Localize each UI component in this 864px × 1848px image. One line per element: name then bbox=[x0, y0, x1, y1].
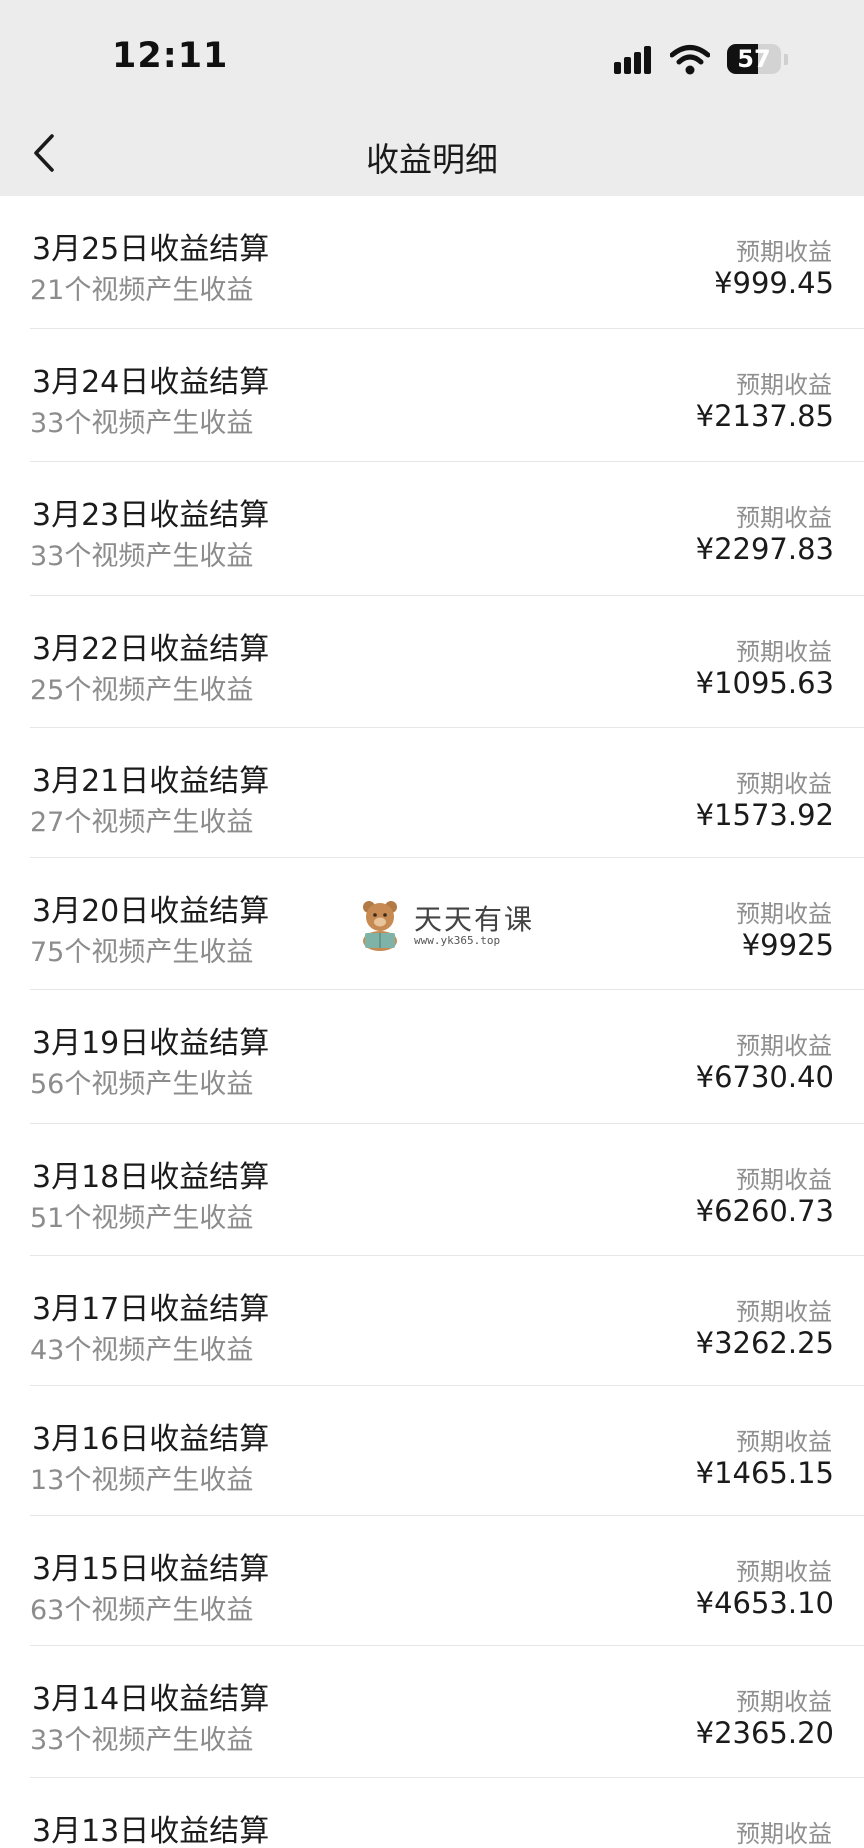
row-subtitle: 75个视频产生收益 bbox=[30, 937, 254, 968]
row-title: 3月21日收益结算 bbox=[32, 764, 270, 799]
row-subtitle: 27个视频产生收益 bbox=[30, 807, 254, 838]
row-subtitle: 33个视频产生收益 bbox=[30, 408, 254, 439]
row-title: 3月25日收益结算 bbox=[32, 232, 270, 267]
earnings-row[interactable]: 3月14日收益结算 33个视频产生收益 预期收益 ¥2365.20 bbox=[0, 1646, 864, 1778]
expected-earnings-label: 预期收益 bbox=[736, 371, 832, 399]
expected-earnings-label: 预期收益 bbox=[736, 1428, 832, 1456]
row-title: 3月18日收益结算 bbox=[32, 1160, 270, 1195]
earnings-row[interactable]: 3月13日收益结算 预期收益 bbox=[0, 1778, 864, 1848]
row-title: 3月23日收益结算 bbox=[32, 498, 270, 533]
expected-earnings-label: 预期收益 bbox=[736, 238, 832, 266]
expected-earnings-label: 预期收益 bbox=[736, 1032, 832, 1060]
row-amount: ¥1465.15 bbox=[695, 1456, 834, 1490]
row-amount: ¥1095.63 bbox=[695, 666, 834, 700]
row-title: 3月17日收益结算 bbox=[32, 1292, 270, 1327]
earnings-row[interactable]: 3月21日收益结算 27个视频产生收益 预期收益 ¥1573.92 bbox=[0, 728, 864, 858]
earnings-row[interactable]: 3月23日收益结算 33个视频产生收益 预期收益 ¥2297.83 bbox=[0, 462, 864, 596]
row-subtitle: 13个视频产生收益 bbox=[30, 1465, 254, 1496]
earnings-row[interactable]: 3月24日收益结算 33个视频产生收益 预期收益 ¥2137.85 bbox=[0, 329, 864, 462]
row-amount: ¥2365.20 bbox=[695, 1716, 834, 1750]
status-time: 12:11 bbox=[112, 36, 229, 76]
earnings-row[interactable]: 3月25日收益结算 21个视频产生收益 预期收益 ¥999.45 bbox=[0, 196, 864, 329]
row-title: 3月13日收益结算 bbox=[32, 1814, 270, 1848]
earnings-row[interactable]: 3月18日收益结算 51个视频产生收益 预期收益 ¥6260.73 bbox=[0, 1124, 864, 1256]
page-title: 收益明细 bbox=[366, 140, 498, 179]
expected-earnings-label: 预期收益 bbox=[736, 1820, 832, 1848]
row-amount: ¥4653.10 bbox=[695, 1586, 834, 1620]
expected-earnings-label: 预期收益 bbox=[736, 638, 832, 666]
row-amount: ¥2137.85 bbox=[695, 399, 834, 433]
row-amount: ¥999.45 bbox=[714, 266, 834, 300]
earnings-row[interactable]: 3月19日收益结算 56个视频产生收益 预期收益 ¥6730.40 bbox=[0, 990, 864, 1124]
row-amount: ¥6730.40 bbox=[695, 1060, 834, 1094]
wifi-icon bbox=[669, 44, 711, 76]
battery-level: 57 bbox=[737, 45, 771, 73]
expected-earnings-label: 预期收益 bbox=[736, 1166, 832, 1194]
row-subtitle: 33个视频产生收益 bbox=[30, 541, 254, 572]
bear-reading-icon bbox=[363, 901, 397, 951]
row-subtitle: 63个视频产生收益 bbox=[30, 1595, 254, 1626]
row-amount: ¥2297.83 bbox=[695, 532, 834, 566]
row-title: 3月22日收益结算 bbox=[32, 632, 270, 667]
earnings-row[interactable]: 3月16日收益结算 13个视频产生收益 预期收益 ¥1465.15 bbox=[0, 1386, 864, 1516]
expected-earnings-label: 预期收益 bbox=[736, 1688, 832, 1716]
expected-earnings-label: 预期收益 bbox=[736, 1558, 832, 1586]
row-amount: ¥3262.25 bbox=[695, 1326, 834, 1360]
row-title: 3月24日收益结算 bbox=[32, 365, 270, 400]
row-subtitle: 51个视频产生收益 bbox=[30, 1203, 254, 1234]
row-amount: ¥9925 bbox=[741, 928, 834, 962]
row-title: 3月15日收益结算 bbox=[32, 1552, 270, 1587]
earnings-row[interactable]: 3月15日收益结算 63个视频产生收益 预期收益 ¥4653.10 bbox=[0, 1516, 864, 1646]
row-subtitle: 43个视频产生收益 bbox=[30, 1335, 254, 1366]
row-title: 3月20日收益结算 bbox=[32, 894, 270, 929]
row-subtitle: 33个视频产生收益 bbox=[30, 1725, 254, 1756]
expected-earnings-label: 预期收益 bbox=[736, 770, 832, 798]
expected-earnings-label: 预期收益 bbox=[736, 1298, 832, 1326]
expected-earnings-label: 预期收益 bbox=[736, 900, 832, 928]
earnings-detail-screen: 12:11 57 收益明细 3月25日收益结算 21个视频产生收益 预期收益 ¥… bbox=[0, 0, 864, 1848]
battery-icon: 57 bbox=[727, 44, 781, 74]
row-title: 3月19日收益结算 bbox=[32, 1026, 270, 1061]
watermark-title: 天天有课 bbox=[414, 903, 535, 936]
expected-earnings-label: 预期收益 bbox=[736, 504, 832, 532]
row-amount: ¥6260.73 bbox=[695, 1194, 834, 1228]
signal-icon bbox=[614, 46, 654, 74]
watermark: 天天有课 www.yk365.top bbox=[356, 896, 536, 956]
earnings-row[interactable]: 3月17日收益结算 43个视频产生收益 预期收益 ¥3262.25 bbox=[0, 1256, 864, 1386]
row-title: 3月16日收益结算 bbox=[32, 1422, 270, 1457]
row-amount: ¥1573.92 bbox=[695, 798, 834, 832]
battery-tip bbox=[784, 54, 788, 65]
watermark-url: www.yk365.top bbox=[414, 934, 501, 947]
row-subtitle: 21个视频产生收益 bbox=[30, 275, 254, 306]
earnings-row[interactable]: 3月22日收益结算 25个视频产生收益 预期收益 ¥1095.63 bbox=[0, 596, 864, 728]
top-bar: 12:11 57 收益明细 bbox=[0, 0, 864, 196]
row-subtitle: 56个视频产生收益 bbox=[30, 1069, 254, 1100]
row-subtitle: 25个视频产生收益 bbox=[30, 675, 254, 706]
row-title: 3月14日收益结算 bbox=[32, 1682, 270, 1717]
